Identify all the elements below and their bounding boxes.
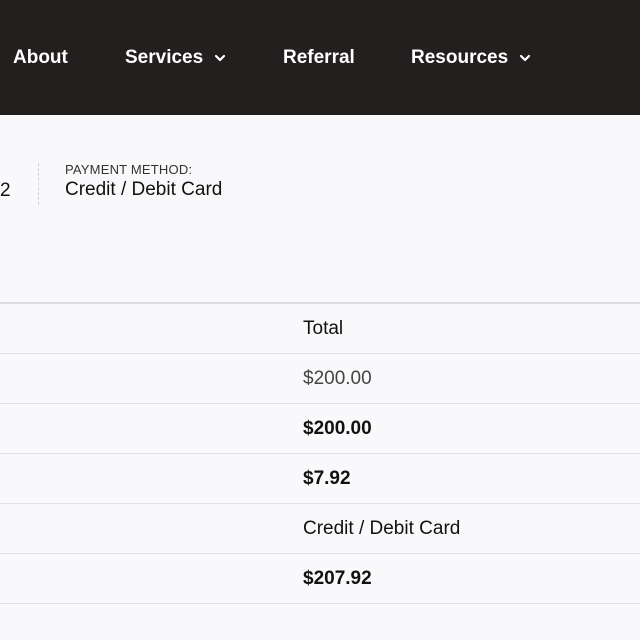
table-header-row: Total bbox=[0, 304, 640, 354]
order-number-fragment: 2 bbox=[0, 180, 11, 201]
table-row: $200.00 bbox=[0, 404, 640, 454]
total-column-header: Total bbox=[303, 317, 344, 339]
fee-value: $7.92 bbox=[303, 467, 351, 489]
chevron-down-icon bbox=[518, 51, 532, 65]
nav-item-about[interactable]: About bbox=[13, 44, 68, 72]
grand-total-value: $207.92 bbox=[303, 567, 372, 589]
line-item-total: $200.00 bbox=[303, 367, 372, 389]
nav-item-services-label: Services bbox=[125, 47, 204, 68]
nav-item-resources[interactable]: Resources bbox=[411, 44, 532, 72]
table-row: Credit / Debit Card bbox=[0, 504, 640, 554]
table-row: $7.92 bbox=[0, 454, 640, 504]
overview-divider bbox=[38, 163, 39, 205]
chevron-down-icon bbox=[213, 51, 227, 65]
subtotal-value: $200.00 bbox=[303, 417, 372, 439]
table-row: $207.92 bbox=[0, 554, 640, 604]
order-details-table: Total $200.00 $200.00 $7.92 Credit / Deb… bbox=[0, 302, 640, 604]
table-row: $200.00 bbox=[0, 354, 640, 404]
nav-item-about-label: About bbox=[13, 47, 68, 68]
nav-item-referral[interactable]: Referral bbox=[283, 44, 355, 72]
payment-method-row-value: Credit / Debit Card bbox=[303, 517, 461, 539]
payment-method-label: PAYMENT METHOD: bbox=[65, 162, 193, 177]
top-navigation-bar: About Services Referral Resources bbox=[0, 0, 640, 115]
payment-method-value: Credit / Debit Card bbox=[65, 179, 223, 200]
nav-item-resources-label: Resources bbox=[411, 47, 509, 68]
nav-item-referral-label: Referral bbox=[283, 47, 355, 68]
nav-item-services[interactable]: Services bbox=[125, 44, 227, 72]
